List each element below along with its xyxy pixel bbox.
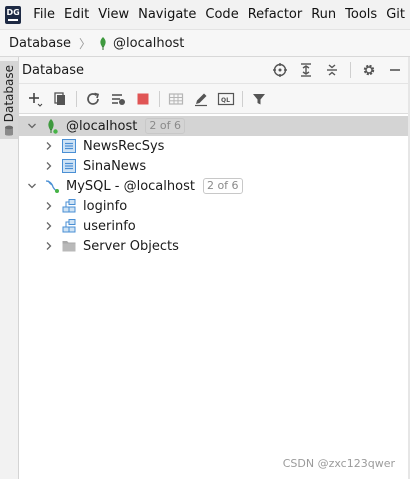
gear-icon[interactable] (358, 59, 380, 81)
stop-icon[interactable] (132, 88, 154, 110)
chevron-down-icon[interactable] (26, 120, 38, 132)
tree-node-server-objects[interactable]: Server Objects (19, 236, 410, 256)
chevron-right-icon[interactable] (43, 160, 55, 172)
database-tool-tab-label: Database (2, 65, 16, 123)
schema-icon (61, 198, 77, 214)
menu-navigate[interactable]: Navigate (134, 4, 200, 26)
database-tool-tab[interactable]: Database (0, 61, 18, 139)
breadcrumb-current[interactable]: @localhost (113, 36, 184, 51)
database-panel: Database QL @localhost 2 of 6 NewsRecSys… (19, 57, 410, 479)
breadcrumb-separator-icon: 〉 (79, 36, 92, 51)
panel-title: Database (22, 62, 85, 78)
refresh-icon[interactable] (82, 88, 104, 110)
tree-node-userinfo[interactable]: userinfo (19, 216, 410, 236)
app-logo-text: DG (6, 8, 20, 17)
tree-node-label: @localhost (66, 118, 138, 134)
collapse-all-icon[interactable] (321, 59, 343, 81)
database-icon (61, 138, 77, 154)
chevron-right-icon[interactable] (43, 220, 55, 232)
menu-bar: DG File Edit View Navigate Code Refactor… (0, 0, 410, 29)
minimize-icon[interactable] (384, 59, 406, 81)
menu-refactor[interactable]: Refactor (244, 4, 307, 26)
expand-all-icon[interactable] (295, 59, 317, 81)
edit-pencil-icon[interactable] (190, 88, 212, 110)
breadcrumb: Database 〉 @localhost (0, 29, 410, 57)
chevron-right-icon[interactable] (43, 140, 55, 152)
tree-node-label: userinfo (83, 218, 136, 234)
toolbar-separator (242, 90, 243, 107)
menu-run[interactable]: Run (307, 4, 340, 26)
tree-node-label: SinaNews (83, 158, 147, 174)
breadcrumb-root[interactable]: Database (9, 36, 71, 51)
svg-text:QL: QL (221, 97, 230, 104)
tree-node-label: Server Objects (83, 238, 179, 254)
chevron-right-icon[interactable] (43, 240, 55, 252)
count-badge: 2 of 6 (202, 178, 243, 194)
tree-node-label: loginfo (83, 198, 128, 214)
tree-node-localhost[interactable]: @localhost 2 of 6 (19, 116, 410, 136)
count-badge: 2 of 6 (145, 118, 185, 134)
menu-file[interactable]: File (29, 4, 59, 26)
mongodb-leaf-icon (44, 118, 60, 134)
left-tool-stripe: Database (0, 57, 19, 479)
crosshair-icon[interactable] (269, 59, 291, 81)
schema-icon (61, 218, 77, 234)
database-icon (61, 158, 77, 174)
menu-view[interactable]: View (94, 4, 133, 26)
header-separator (350, 62, 351, 78)
toolbar-separator (159, 90, 160, 107)
watermark: CSDN @zxc123qwer (282, 457, 395, 470)
menu-git[interactable]: Git (382, 4, 409, 26)
app-logo[interactable]: DG (5, 5, 22, 24)
database-properties-icon[interactable] (107, 88, 129, 110)
menu-code[interactable]: Code (201, 4, 242, 26)
mysql-dolphin-icon (44, 178, 60, 194)
chevron-right-icon[interactable] (43, 200, 55, 212)
toolbar-separator (76, 90, 77, 107)
tree-node-label: NewsRecSys (83, 138, 165, 154)
panel-toolbar: QL (19, 84, 410, 114)
database-tree: @localhost 2 of 6 NewsRecSys SinaNews My… (19, 114, 410, 256)
panel-header: Database (19, 57, 410, 84)
tree-node-label: MySQL - @localhost (66, 178, 195, 194)
tree-node-sinanews[interactable]: SinaNews (19, 156, 410, 176)
tree-node-loginfo[interactable]: loginfo (19, 196, 410, 216)
chevron-down-icon[interactable] (26, 180, 38, 192)
menu-tools[interactable]: Tools (341, 4, 381, 26)
tree-node-mysql-localhost[interactable]: MySQL - @localhost 2 of 6 (19, 176, 410, 196)
add-icon[interactable] (24, 88, 46, 110)
filter-icon[interactable] (248, 88, 270, 110)
database-cylinder-icon (4, 125, 14, 137)
tree-node-newsrecsys[interactable]: NewsRecSys (19, 136, 410, 156)
table-icon[interactable] (165, 88, 187, 110)
copy-icon[interactable] (49, 88, 71, 110)
mongodb-leaf-icon (99, 37, 107, 50)
menu-edit[interactable]: Edit (60, 4, 93, 26)
folder-icon (61, 238, 77, 254)
sql-console-icon[interactable]: QL (215, 88, 237, 110)
